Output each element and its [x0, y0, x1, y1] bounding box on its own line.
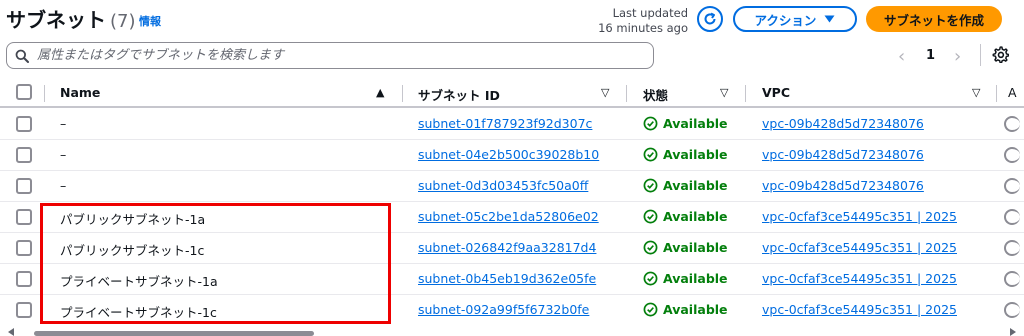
row-checkbox[interactable] [16, 302, 32, 318]
truncated-column-cell [1004, 209, 1020, 225]
info-link[interactable]: 情報 [139, 13, 161, 29]
select-all-checkbox[interactable] [16, 84, 32, 100]
truncated-column-cell [1004, 271, 1020, 287]
refresh-icon [704, 12, 716, 25]
subnet-name: – [60, 116, 67, 131]
page-title-text: サブネット [6, 8, 106, 32]
check-circle-icon [643, 116, 658, 131]
refresh-button[interactable] [697, 6, 723, 32]
scroll-left-icon[interactable] [8, 328, 14, 336]
subnet-id-link[interactable]: subnet-092a99f5f6732b0fe [418, 302, 616, 317]
row-checkbox[interactable] [16, 147, 32, 163]
table-row[interactable]: – subnet-0d3d03453fc50a0ff Available vpc… [0, 171, 1024, 202]
truncated-column-cell [1004, 178, 1020, 194]
column-header-vpc[interactable]: VPC [762, 85, 790, 100]
page-title: サブネット (7) [6, 4, 136, 33]
state-label: Available [663, 302, 728, 317]
check-circle-icon [643, 178, 658, 193]
scroll-right-icon[interactable] [1010, 328, 1016, 336]
truncated-column-cell [1004, 116, 1020, 132]
search-input[interactable] [37, 48, 637, 63]
state-label: Available [663, 209, 728, 224]
subnet-state: Available [643, 209, 728, 224]
horizontal-scrollbar[interactable] [34, 331, 314, 336]
table-row[interactable]: – subnet-01f787923f92d307c Available vpc… [0, 109, 1024, 140]
create-subnet-button[interactable]: サブネットを作成 [866, 6, 1002, 32]
column-header-subnet-id[interactable]: サブネット ID [418, 85, 500, 104]
subnet-state: Available [643, 240, 728, 255]
subnet-state: Available [643, 147, 728, 162]
column-header-state[interactable]: 状態 [643, 85, 668, 104]
row-checkbox[interactable] [16, 240, 32, 256]
column-divider[interactable] [745, 85, 746, 102]
subnet-state: Available [643, 116, 728, 131]
current-page[interactable]: 1 [926, 48, 935, 63]
subnet-state: Available [643, 178, 728, 193]
sort-icon[interactable]: ▽ [972, 86, 980, 99]
action-button[interactable]: アクション [733, 6, 857, 32]
subnet-name: – [60, 178, 67, 193]
search-icon [15, 49, 29, 63]
vpc-link[interactable]: vpc-0cfaf3ce54495c351 | 2025 [762, 271, 984, 286]
subnet-id-link[interactable]: subnet-04e2b500c39028b10 [418, 147, 616, 162]
highlight-box [40, 203, 391, 324]
sort-icon[interactable]: ▽ [601, 86, 609, 99]
column-divider[interactable] [626, 85, 627, 102]
column-divider [44, 85, 45, 102]
last-updated: Last updated 16 minutes ago [588, 6, 688, 36]
check-circle-icon [643, 209, 658, 224]
subnet-id-link[interactable]: subnet-0b45eb19d362e05fe [418, 271, 616, 286]
column-divider[interactable] [996, 85, 997, 102]
table-header: Name ▲ サブネット ID ▽ 状態 ▽ VPC ▽ A [0, 78, 1024, 108]
vpc-link[interactable]: vpc-09b428d5d72348076 [762, 116, 984, 131]
create-subnet-button-label: サブネットを作成 [883, 12, 984, 28]
state-label: Available [663, 147, 728, 162]
vpc-link[interactable]: vpc-0cfaf3ce54495c351 | 2025 [762, 209, 984, 224]
vpc-link[interactable]: vpc-09b428d5d72348076 [762, 147, 984, 162]
state-label: Available [663, 271, 728, 286]
table-settings-button[interactable] [992, 46, 1010, 67]
vpc-link[interactable]: vpc-09b428d5d72348076 [762, 178, 984, 193]
last-updated-label: Last updated [612, 6, 688, 20]
search-box[interactable] [6, 42, 654, 69]
sort-icon[interactable]: ▽ [720, 86, 728, 99]
vpc-link[interactable]: vpc-0cfaf3ce54495c351 | 2025 [762, 302, 984, 317]
check-circle-icon [643, 147, 658, 162]
row-checkbox[interactable] [16, 209, 32, 225]
check-circle-icon [643, 271, 658, 286]
pager-divider [980, 44, 981, 66]
gear-icon [992, 46, 1010, 64]
page-header: サブネット (7) 情報 Last updated 16 minutes ago … [0, 0, 1024, 38]
row-checkbox[interactable] [16, 178, 32, 194]
row-checkbox[interactable] [16, 271, 32, 287]
state-label: Available [663, 116, 728, 131]
vpc-link[interactable]: vpc-0cfaf3ce54495c351 | 2025 [762, 240, 984, 255]
column-divider[interactable] [402, 85, 403, 102]
subnet-id-link[interactable]: subnet-0d3d03453fc50a0ff [418, 178, 616, 193]
subnet-state: Available [643, 302, 728, 317]
row-checkbox[interactable] [16, 116, 32, 132]
check-circle-icon [643, 240, 658, 255]
check-circle-icon [643, 302, 658, 317]
subnet-id-link[interactable]: subnet-01f787923f92d307c [418, 116, 616, 131]
previous-page-icon[interactable]: ‹ [898, 46, 905, 67]
table-row[interactable]: – subnet-04e2b500c39028b10 Available vpc… [0, 140, 1024, 171]
truncated-column-cell [1004, 147, 1020, 163]
truncated-column-cell [1004, 240, 1020, 256]
state-label: Available [663, 240, 728, 255]
action-button-label: アクション [754, 12, 817, 28]
column-header-name[interactable]: Name [60, 85, 100, 100]
subnet-name: – [60, 147, 67, 162]
truncated-column-cell [1004, 302, 1020, 318]
subnet-state: Available [643, 271, 728, 286]
sort-ascending-icon[interactable]: ▲ [376, 86, 384, 99]
last-updated-time: 16 minutes ago [598, 21, 688, 35]
state-label: Available [663, 178, 728, 193]
subnet-id-link[interactable]: subnet-026842f9aa32817d4 [418, 240, 616, 255]
subnet-count: (7) [110, 11, 136, 32]
caret-down-icon [824, 15, 835, 23]
column-header-truncated: A [1008, 85, 1017, 100]
next-page-icon[interactable]: › [954, 46, 961, 67]
subnet-id-link[interactable]: subnet-05c2be1da52806e02 [418, 209, 616, 224]
